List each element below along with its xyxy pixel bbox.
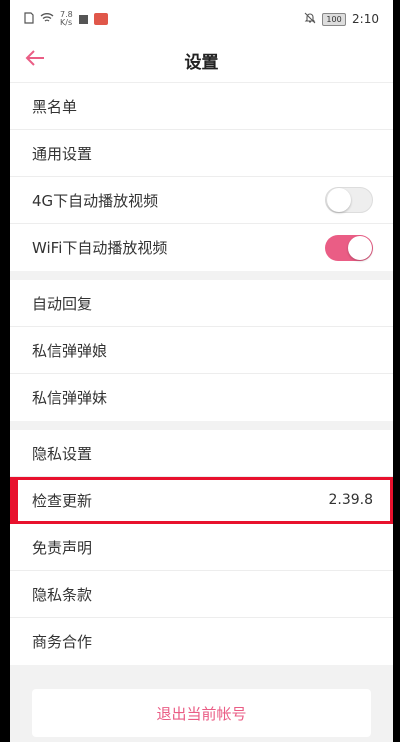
status-bar: 7.8 K/s 100 2:10 [10,0,393,38]
clock: 2:10 [352,12,379,26]
page-title: 设置 [184,52,219,73]
settings-item-auto-reply[interactable]: 自动回复 [10,280,393,327]
wifi-autoplay-toggle[interactable] [325,234,373,261]
mute-bell-icon [304,12,316,27]
wifi-icon [40,12,54,26]
header: 设置 [10,38,393,83]
settings-item-label: 黑名单 [32,97,78,116]
settings-item-dm-danmei[interactable]: 私信弹弹妹 [10,374,393,421]
settings-item-dm-danniang[interactable]: 私信弹弹娘 [10,327,393,374]
4g-autoplay-toggle[interactable] [325,187,373,213]
sim-card-icon [24,11,34,27]
settings-group-about: 隐私设置 检查更新 2.39.8 免责声明 隐私条款 商务合作 [10,430,393,665]
settings-item-check-update[interactable]: 检查更新 2.39.8 [10,477,393,524]
settings-item-label: 私信弹弹娘 [32,341,108,360]
settings-group-general: 黑名单 通用设置 4G下自动播放视频 WiFi下自动播放视频 [10,83,393,271]
settings-item-label: 私信弹弹妹 [32,389,108,407]
settings-item-label: 商务合作 [32,633,93,651]
back-arrow-icon[interactable] [24,44,46,74]
version-value: 2.39.8 [328,492,373,508]
settings-item-blacklist[interactable]: 黑名单 [10,83,393,130]
phone-screen: 7.8 K/s 100 2:10 设置 黑名单 通用设置 4G下自动播放视频 W… [10,0,393,742]
settings-item-label: 隐私条款 [32,585,93,604]
settings-item-label: 通用设置 [32,144,93,163]
settings-item-general[interactable]: 通用设置 [10,130,393,177]
settings-item-label: WiFi下自动播放视频 [32,239,168,257]
battery-icon: 100 [322,12,347,26]
settings-item-label: 检查更新 [32,491,93,510]
settings-group-messages: 自动回复 私信弹弹娘 私信弹弹妹 [10,280,393,421]
settings-item-label: 隐私设置 [32,444,93,463]
settings-item-label: 免责声明 [32,538,93,557]
settings-item-privacy-settings[interactable]: 隐私设置 [10,430,393,477]
network-speed: 7.8 K/s [60,10,73,27]
settings-item-label: 4G下自动播放视频 [32,191,159,210]
settings-item-4g-autoplay: 4G下自动播放视频 [10,177,393,224]
app-notification-icon [93,13,108,25]
settings-item-disclaimer[interactable]: 免责声明 [10,524,393,571]
logout-button[interactable]: 退出当前帐号 [32,689,371,737]
notification-icon [78,14,88,24]
settings-item-privacy-terms[interactable]: 隐私条款 [10,571,393,618]
settings-item-label: 自动回复 [32,294,93,313]
settings-item-wifi-autoplay: WiFi下自动播放视频 [10,224,393,271]
settings-item-business[interactable]: 商务合作 [10,618,393,665]
